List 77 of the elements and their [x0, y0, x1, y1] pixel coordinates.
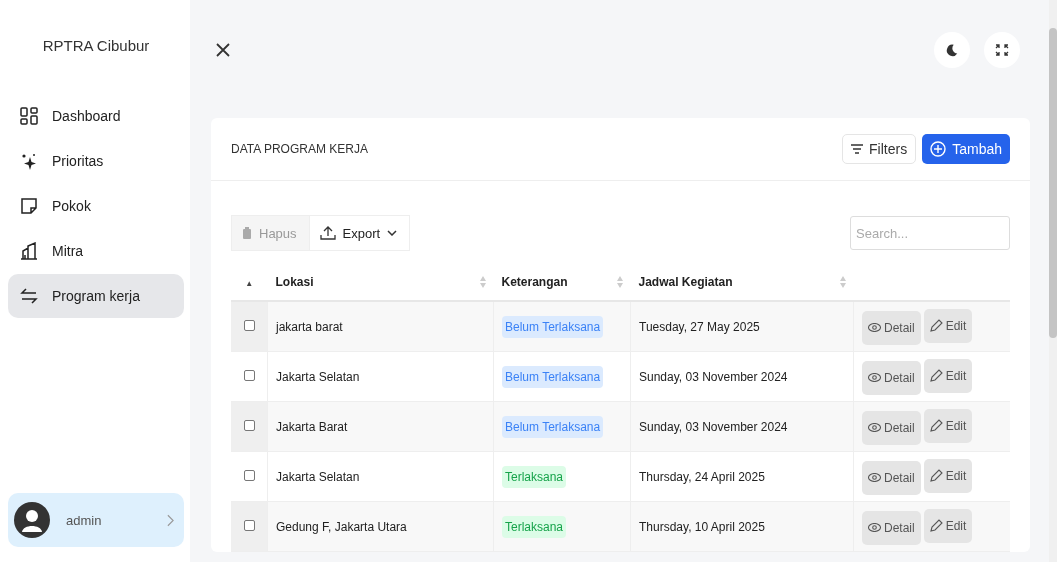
- table-cell: Tuesday, 27 May 2025: [639, 319, 760, 334]
- status-badge: Belum Terlaksana: [502, 315, 604, 338]
- sort-icon: [616, 276, 623, 288]
- eye-icon: [868, 423, 881, 432]
- row-checkbox[interactable]: [243, 319, 255, 331]
- table-cell: Sunday, 03 November 2024: [639, 419, 788, 434]
- edit-button[interactable]: Edit: [923, 408, 973, 443]
- column-header[interactable]: Lokasi: [275, 275, 314, 289]
- table-cell: Jakarta Barat: [276, 419, 348, 434]
- status-badge: Terlaksana: [502, 465, 567, 488]
- column-header[interactable]: Jadwal Kegiatan: [638, 275, 733, 289]
- close-icon: [215, 42, 231, 58]
- eye-icon: [868, 373, 881, 382]
- status-badge: Terlaksana: [502, 515, 567, 538]
- scrollbar[interactable]: [1049, 0, 1057, 562]
- table-cell: Jakarta Selatan: [276, 369, 360, 384]
- detail-button[interactable]: Detail: [862, 360, 921, 395]
- table-cell: Jakarta Selatan: [276, 469, 360, 484]
- filter-icon: [851, 144, 864, 154]
- grid-icon: [20, 107, 38, 125]
- avatar-icon: [14, 502, 50, 538]
- detail-button[interactable]: Detail: [862, 510, 921, 545]
- detail-button[interactable]: Detail: [862, 410, 921, 445]
- sidebar-item[interactable]: Dashboard: [8, 94, 184, 138]
- pencil-icon: [929, 369, 943, 382]
- search-field[interactable]: Search...: [850, 216, 1010, 250]
- edit-button[interactable]: Edit: [923, 308, 973, 343]
- table-cell: Sunday, 03 November 2024: [639, 369, 788, 384]
- sidebar-item[interactable]: Prioritas: [8, 139, 184, 183]
- row-checkbox[interactable]: [243, 469, 255, 481]
- pencil-icon: [929, 319, 943, 332]
- eye-icon: [868, 473, 881, 482]
- sort-icon: [479, 276, 486, 288]
- filters-button[interactable]: Filters: [842, 134, 917, 164]
- fullscreen-button[interactable]: [984, 32, 1020, 68]
- user-card[interactable]: admin: [8, 493, 184, 547]
- detail-button[interactable]: Detail: [862, 460, 921, 495]
- table-cell: Gedung F, Jakarta Utara: [276, 519, 407, 534]
- eye-icon: [868, 523, 881, 532]
- add-button[interactable]: Tambah: [922, 134, 1010, 164]
- sort-indicator[interactable]: ▲: [245, 279, 254, 288]
- brand-title: RPTRA Cibubur: [41, 37, 151, 54]
- sidebar-item[interactable]: Pokok: [8, 184, 184, 228]
- fullscreen-icon: [994, 42, 1010, 58]
- trash-icon: [242, 227, 252, 239]
- detail-button[interactable]: Detail: [862, 310, 921, 345]
- row-checkbox[interactable]: [243, 419, 255, 431]
- table-cell: Thursday, 24 April 2025: [639, 469, 765, 484]
- edit-button[interactable]: Edit: [923, 358, 973, 393]
- chevron-right-icon: [167, 513, 174, 527]
- moon-icon: [945, 43, 959, 57]
- swap-icon: [20, 287, 38, 305]
- user-name: admin: [66, 512, 103, 528]
- table-cell: jakarta barat: [276, 319, 343, 334]
- plus-circle-icon: [930, 141, 947, 157]
- chevron-down-icon: [387, 230, 398, 236]
- pencil-icon: [929, 469, 943, 482]
- edit-button[interactable]: Edit: [923, 508, 973, 543]
- eye-icon: [868, 323, 881, 332]
- note-icon: [20, 197, 38, 215]
- sparkle-icon: [20, 152, 38, 170]
- column-header[interactable]: Keterangan: [501, 275, 568, 289]
- sidebar-item[interactable]: Program kerja: [8, 274, 184, 318]
- row-checkbox[interactable]: [243, 519, 255, 531]
- sort-icon: [839, 276, 846, 288]
- card-title: DATA PROGRAM KERJA: [231, 142, 368, 156]
- edit-button[interactable]: Edit: [923, 458, 973, 493]
- status-badge: Belum Terlaksana: [502, 415, 604, 438]
- building-icon: [20, 242, 38, 260]
- sidebar-item[interactable]: Mitra: [8, 229, 184, 273]
- status-badge: Belum Terlaksana: [502, 365, 604, 388]
- upload-icon: [319, 226, 336, 240]
- dark-mode-button[interactable]: [934, 32, 970, 68]
- pencil-icon: [929, 519, 943, 532]
- table-cell: Thursday, 10 April 2025: [639, 519, 765, 534]
- row-checkbox[interactable]: [243, 369, 255, 381]
- pencil-icon: [929, 419, 943, 432]
